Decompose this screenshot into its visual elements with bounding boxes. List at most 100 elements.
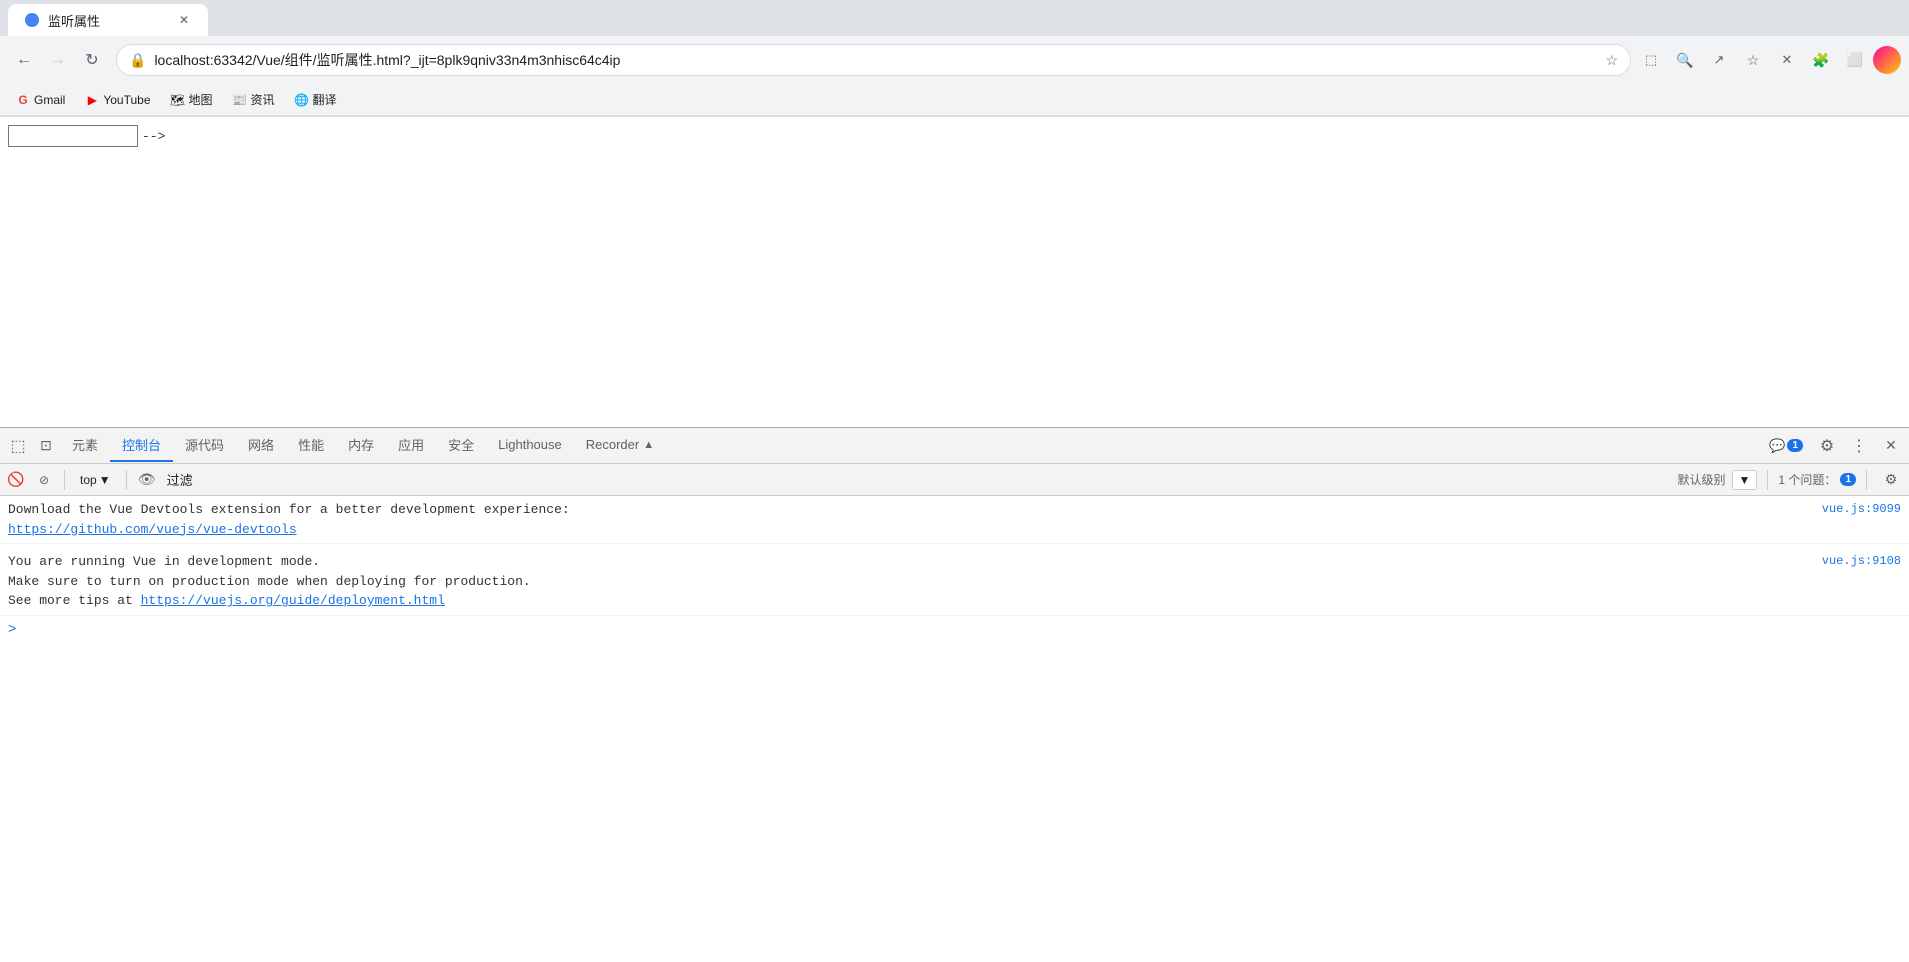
close-devtools-button[interactable]: ✕	[1877, 432, 1905, 460]
tab-application[interactable]: 应用	[386, 429, 436, 462]
tab-security[interactable]: 安全	[436, 429, 486, 462]
devtools-toolbar: ⬚ ⊡ 元素 控制台 源代码 网络 性能 内存 应用 安全 Lighthouse…	[0, 428, 1909, 464]
message-icon: 💬	[1769, 438, 1785, 454]
bookmark-star-icon[interactable]: ☆	[1605, 52, 1618, 69]
cast-icon[interactable]: ⬚	[1635, 44, 1667, 76]
news-label: 资讯	[251, 91, 275, 108]
recorder-pin-icon: ▲	[643, 439, 654, 451]
tab-bar: 监听属性 ✕	[0, 0, 1909, 36]
inspect-element-button[interactable]: ⬚	[4, 432, 32, 460]
clear-console-button[interactable]: 🚫	[4, 468, 28, 492]
console-output: Download the Vue Devtools extension for …	[0, 496, 1909, 962]
console-msg-2-line2: Make sure to turn on production mode whe…	[8, 572, 1814, 592]
tab-console[interactable]: 控制台	[110, 429, 173, 462]
vue-devtools-link[interactable]: https://github.com/vuejs/vue-devtools	[8, 522, 297, 537]
bookmark-maps[interactable]: 🗺 地图	[163, 87, 221, 112]
device-toolbar-button[interactable]: ⊡	[32, 432, 60, 460]
address-bar[interactable]: 🔒 localhost:63342/Vue/组件/监听属性.html?_ijt=…	[116, 44, 1631, 76]
issues-indicator[interactable]: 1 个问题： 1	[1778, 471, 1856, 488]
search-icon[interactable]: 🔍	[1669, 44, 1701, 76]
console-msg-2-line3: See more tips at https://vuejs.org/guide…	[8, 591, 1814, 611]
eye-button[interactable]: 👁	[135, 468, 159, 492]
close-tab-icon[interactable]: ✕	[1771, 44, 1803, 76]
console-msg-1-line1: Download the Vue Devtools extension for …	[8, 500, 1814, 520]
tab-favicon	[24, 12, 40, 28]
default-level-text: 默认级别	[1678, 471, 1726, 488]
tab-memory[interactable]: 内存	[336, 429, 386, 462]
tab-close-button[interactable]: ✕	[176, 12, 192, 28]
settings-button[interactable]: ⚙	[1813, 432, 1841, 460]
filter-label: 过滤	[163, 470, 197, 489]
page-input-area: -->	[8, 125, 1901, 147]
page-comment: -->	[142, 129, 165, 144]
console-toolbar: 🚫 ⊘ top ▼ 👁 过滤 默认级别 ▼ 1 个问题： 1 ⚙	[0, 464, 1909, 496]
level-dropdown[interactable]: ▼	[1732, 470, 1758, 490]
tab-performance[interactable]: 性能	[286, 429, 336, 462]
issues-text: 1 个问题：	[1778, 471, 1836, 488]
bookmark-news[interactable]: 📰 资讯	[225, 87, 283, 112]
more-options-button[interactable]: ⋮	[1845, 432, 1873, 460]
nav-bar: ← → ↻ 🔒 localhost:63342/Vue/组件/监听属性.html…	[0, 36, 1909, 84]
nav-right-icons: ⬚ 🔍 ↗ ☆ ✕ 🧩 ⬜	[1635, 44, 1901, 76]
tab-source[interactable]: 源代码	[173, 429, 236, 462]
extensions-icon[interactable]: 🧩	[1805, 44, 1837, 76]
profile-icon[interactable]	[1873, 46, 1901, 74]
console-message-2: You are running Vue in development mode.…	[0, 544, 1909, 616]
messages-button[interactable]: 💬 1	[1763, 432, 1809, 460]
console-message-1: Download the Vue Devtools extension for …	[0, 496, 1909, 544]
tab-title: 监听属性	[48, 11, 168, 30]
page-input-field[interactable]	[8, 125, 138, 147]
tab-elements[interactable]: 元素	[60, 429, 110, 462]
console-msg-2-line1: You are running Vue in development mode.	[8, 552, 1814, 572]
top-dropdown-arrow: ▼	[99, 473, 111, 487]
window-icon[interactable]: ⬜	[1839, 44, 1871, 76]
console-msg-1-source[interactable]: vue.js:9099	[1822, 500, 1901, 518]
active-tab[interactable]: 监听属性 ✕	[8, 4, 208, 36]
forward-button[interactable]: →	[42, 44, 74, 76]
toolbar-separator-1	[64, 470, 65, 490]
star-icon[interactable]: ☆	[1737, 44, 1769, 76]
console-message-2-text: You are running Vue in development mode.…	[8, 552, 1814, 611]
prompt-symbol: >	[8, 620, 16, 641]
bookmark-youtube[interactable]: ▶ YouTube	[77, 89, 158, 111]
toolbar-separator-3	[1767, 470, 1768, 490]
tab-lighthouse[interactable]: Lighthouse	[486, 431, 574, 460]
issues-badge: 1	[1840, 473, 1856, 486]
message-badge: 1	[1787, 439, 1803, 452]
page-content: -->	[0, 117, 1909, 427]
devtools-panel: ⬚ ⊡ 元素 控制台 源代码 网络 性能 内存 应用 安全 Lighthouse…	[0, 427, 1909, 962]
console-msg-2-source[interactable]: vue.js:9108	[1822, 552, 1901, 570]
top-label: top	[80, 473, 97, 487]
browser-chrome: 监听属性 ✕ ← → ↻ 🔒 localhost:63342/Vue/组件/监听…	[0, 0, 1909, 117]
nav-left-buttons: ← → ↻	[8, 44, 108, 76]
translate-label: 翻译	[313, 91, 337, 108]
tab-recorder[interactable]: Recorder ▲	[574, 431, 666, 460]
context-selector[interactable]: top ▼	[73, 470, 118, 490]
filter-toggle-button[interactable]: ⊘	[32, 468, 56, 492]
console-settings-button[interactable]: ⚙	[1877, 466, 1905, 494]
level-arrow: ▼	[1739, 473, 1751, 487]
maps-label: 地图	[189, 91, 213, 108]
deployment-link[interactable]: https://vuejs.org/guide/deployment.html	[141, 593, 445, 608]
tab-recorder-label: Recorder	[586, 437, 639, 452]
devtools-toolbar-right: 💬 1 ⚙ ⋮ ✕	[1763, 432, 1905, 460]
console-msg-1-link[interactable]: https://github.com/vuejs/vue-devtools	[8, 520, 1814, 540]
maps-icon: 🗺	[171, 93, 185, 107]
gmail-icon: G	[16, 93, 30, 107]
youtube-icon: ▶	[85, 93, 99, 107]
gmail-label: Gmail	[34, 93, 65, 107]
url-text: localhost:63342/Vue/组件/监听属性.html?_ijt=8p…	[154, 50, 1597, 70]
news-icon: 📰	[233, 93, 247, 107]
reload-button[interactable]: ↻	[76, 44, 108, 76]
bookmark-gmail[interactable]: G Gmail	[8, 89, 73, 111]
youtube-label: YouTube	[103, 93, 150, 107]
console-right-area: 默认级别 ▼ 1 个问题： 1 ⚙	[1678, 466, 1905, 494]
toolbar-separator-4	[1866, 470, 1867, 490]
console-message-1-text: Download the Vue Devtools extension for …	[8, 500, 1814, 539]
lock-icon: 🔒	[129, 52, 146, 69]
back-button[interactable]: ←	[8, 44, 40, 76]
translate-icon: 🌐	[295, 93, 309, 107]
bookmark-translate[interactable]: 🌐 翻译	[287, 87, 345, 112]
share-icon[interactable]: ↗	[1703, 44, 1735, 76]
tab-network[interactable]: 网络	[236, 429, 286, 462]
